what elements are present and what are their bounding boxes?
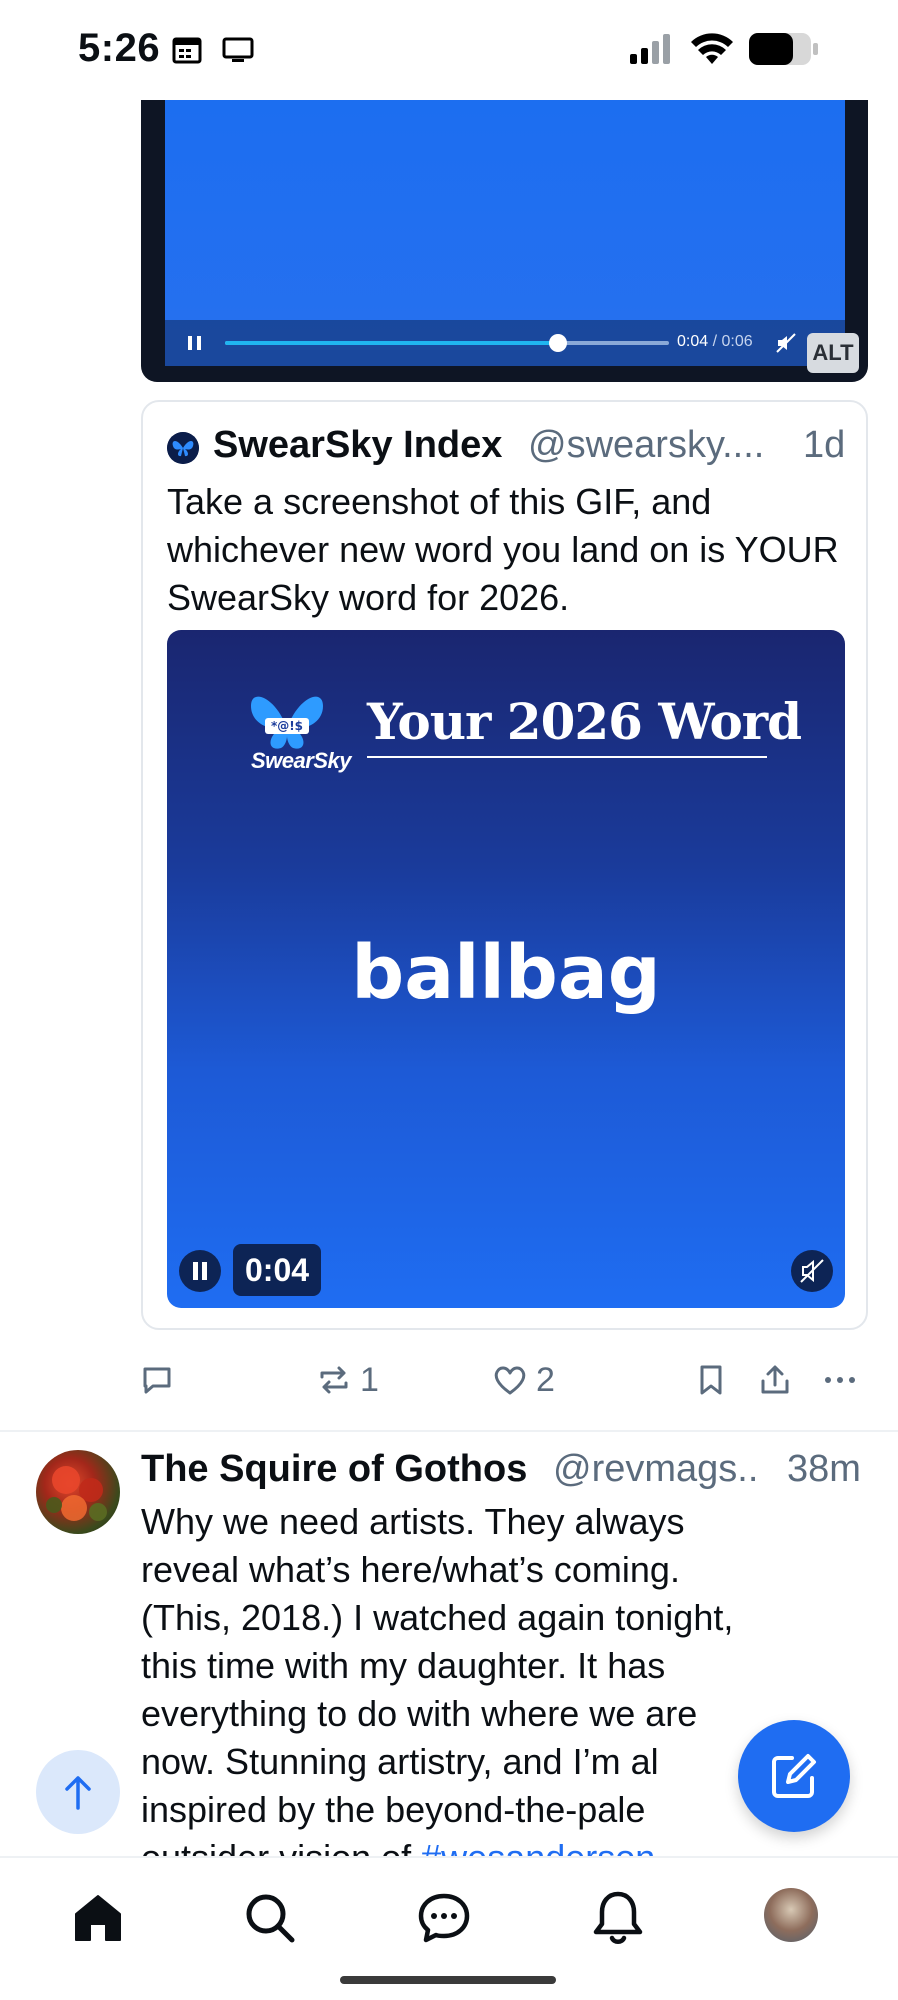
more-icon (825, 1377, 855, 1383)
bookmark-icon (700, 1365, 722, 1395)
video-scrubber-handle[interactable] (549, 334, 567, 352)
svg-text:*@!$: *@!$ (271, 719, 303, 733)
post-text-line: this time with my daughter. It has (141, 1645, 666, 1686)
heart-icon (494, 1366, 526, 1395)
gif-time: 0:04 (233, 1244, 322, 1296)
search-icon (246, 1894, 295, 1943)
more-options-button[interactable] (822, 1350, 858, 1410)
signal-icon (630, 34, 670, 64)
post-timestamp[interactable]: 38m (787, 1448, 861, 1491)
nav-home[interactable] (68, 1888, 128, 1948)
mute-icon (800, 1259, 824, 1283)
post-author-name[interactable]: The Squire of Gothos (141, 1448, 527, 1491)
quote-author-name[interactable]: SwearSky Index (213, 424, 502, 467)
post-text-line: everything to do with where we are (141, 1693, 698, 1734)
battery-icon (749, 33, 818, 65)
video-embed[interactable]: 0:04 / 0:06 (141, 100, 868, 382)
alt-text-badge[interactable]: ALT (807, 333, 859, 373)
pause-icon[interactable] (185, 332, 205, 354)
video-current-time: 0:04 (677, 333, 709, 350)
home-icon (75, 1895, 121, 1941)
reply-icon (143, 1367, 171, 1394)
home-indicator (340, 1976, 556, 1984)
quote-post-text: Take a screenshot of this GIF, and which… (167, 481, 839, 618)
screen-icon (222, 37, 254, 62)
scroll-to-top-button[interactable] (36, 1750, 120, 1834)
nav-notifications[interactable] (588, 1888, 648, 1948)
like-count: 2 (536, 1360, 555, 1399)
avatar-image (46, 1466, 107, 1521)
post-text-line: reveal what’s here/what’s coming. (141, 1549, 680, 1590)
repost-count: 1 (360, 1360, 379, 1399)
quote-author-avatar[interactable] (167, 432, 199, 464)
gif-mute-button[interactable] (791, 1250, 833, 1292)
post-author-handle[interactable]: @revmags.. (553, 1448, 758, 1491)
bookmark-button[interactable] (696, 1350, 726, 1410)
post-text-line: now. Stunning artistry, and I’m al (141, 1741, 659, 1782)
share-button[interactable] (758, 1350, 792, 1410)
post-actions: 1 2 (0, 1350, 898, 1410)
calendar-icon (172, 37, 202, 64)
gif-embed[interactable]: *@!$ SwearSky Your 2026 Word ballbag 0:0… (167, 630, 845, 1308)
post-text: Why we need artists. They always reveal … (141, 1498, 841, 1882)
wifi-icon (691, 33, 733, 64)
post-text-line: (This, 2018.) I watched again tonight, (141, 1597, 734, 1638)
video-scrubber[interactable] (225, 334, 669, 352)
video-controls: 0:04 / 0:06 (165, 320, 845, 366)
chat-icon (418, 1893, 470, 1943)
video-time-separator: / (708, 333, 722, 350)
nav-search[interactable] (240, 1888, 300, 1948)
gif-brand: SwearSky (251, 748, 351, 773)
quote-post-card[interactable]: SwearSky Index @swearsky.... 1d Take a s… (141, 400, 868, 1330)
post-author-avatar[interactable] (36, 1450, 120, 1534)
post-text-line: Why we need artists. They always (141, 1501, 685, 1542)
nav-chat[interactable] (414, 1888, 474, 1948)
repost-button[interactable]: 1 (316, 1350, 379, 1410)
status-bar: 5:26 (0, 0, 898, 100)
quote-author-handle[interactable]: @swearsky.... (528, 424, 764, 467)
bell-icon (593, 1891, 643, 1944)
gif-title-underline (367, 756, 767, 758)
repost-icon (320, 1366, 348, 1394)
pause-icon (193, 1262, 207, 1280)
arrow-up-icon (65, 1776, 91, 1810)
mute-icon[interactable] (775, 332, 797, 354)
gif-title: Your 2026 Word (367, 692, 802, 751)
quote-timestamp[interactable]: 1d (803, 424, 845, 467)
video-duration: 0:06 (721, 333, 753, 350)
video-time: 0:04 / 0:06 (677, 333, 753, 351)
status-time: 5:26 (78, 26, 161, 70)
compose-button[interactable] (738, 1720, 850, 1832)
compose-icon (772, 1754, 816, 1798)
post-text-line: inspired by the beyond-the-pale (141, 1789, 646, 1830)
like-button[interactable]: 2 (492, 1350, 555, 1410)
gif-word: ballbag (351, 930, 661, 1016)
reply-button[interactable] (140, 1350, 182, 1410)
nav-profile-avatar[interactable] (764, 1888, 818, 1942)
butterfly-icon (167, 432, 199, 464)
bottom-nav (0, 1856, 898, 2000)
video-progress-fill (225, 341, 558, 345)
post-divider (0, 1430, 898, 1432)
gif-pause-button[interactable] (179, 1250, 221, 1292)
share-icon (761, 1365, 789, 1394)
